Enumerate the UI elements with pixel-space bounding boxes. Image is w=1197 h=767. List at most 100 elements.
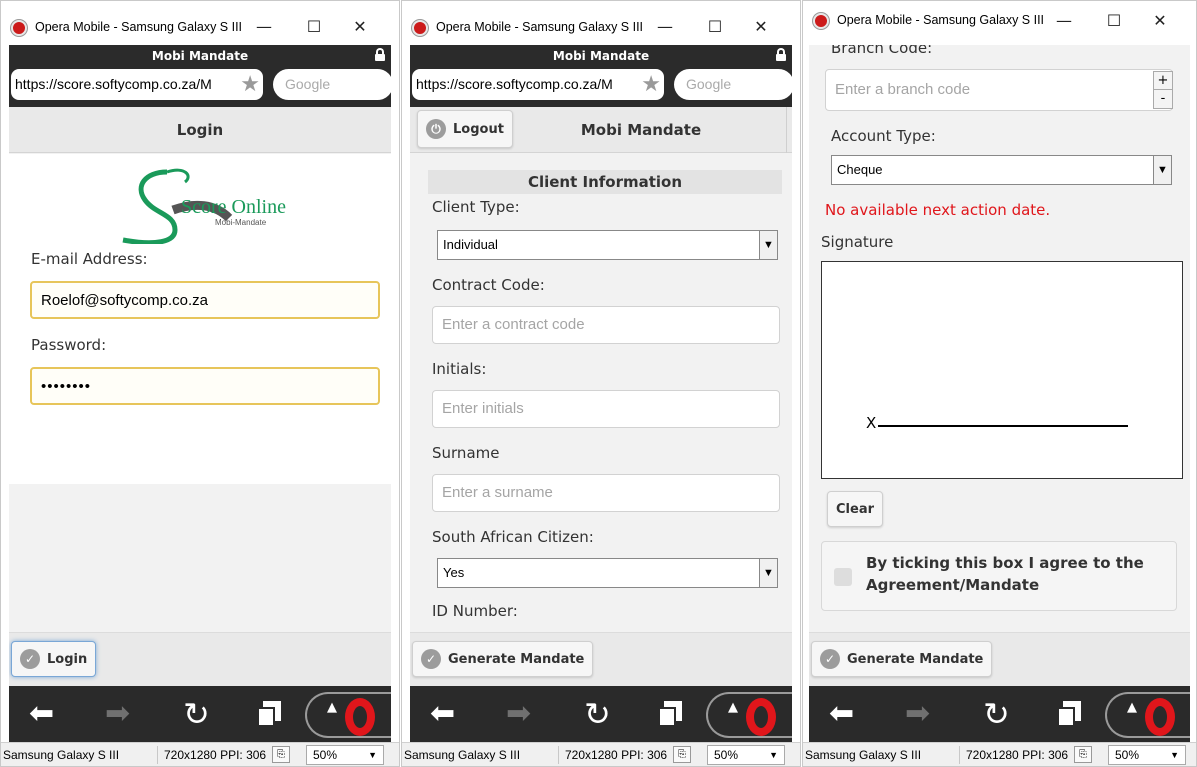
window-titlebar: Opera Mobile - Samsung Galaxy S III — ☐ … <box>402 1 800 45</box>
citizen-label: South African Citizen: <box>432 528 594 546</box>
login-button[interactable]: ✓ Login <box>11 641 97 677</box>
citizen-value: Yes <box>443 565 465 580</box>
login-button-label: Login <box>47 651 88 667</box>
browser-bar: Mobi Mandate https://score.softycomp.co.… <box>410 45 792 107</box>
email-label: E-mail Address: <box>31 250 148 268</box>
url-text: https://score.softycomp.co.za/M <box>15 76 212 92</box>
reload-icon[interactable]: ↻ <box>584 696 611 732</box>
branch-code-stepper[interactable]: + - <box>1153 71 1173 109</box>
tabs-icon[interactable] <box>257 701 281 727</box>
contract-code-input[interactable]: Enter a contract code <box>432 306 780 344</box>
signature-pad[interactable]: X <box>821 261 1183 479</box>
opera-app-icon <box>11 20 27 36</box>
opera-menu-button[interactable]: ▲ <box>305 692 391 738</box>
citizen-select[interactable]: Yes ▼ <box>437 558 778 588</box>
score-online-logo: Score Online Mobi-Mandate <box>115 164 295 246</box>
account-type-select[interactable]: Cheque ▼ <box>831 155 1172 185</box>
surname-input[interactable]: Enter a surname <box>432 474 780 512</box>
browser-bar: Mobi Mandate https://score.softycomp.co.… <box>9 45 391 107</box>
stepper-minus[interactable]: - <box>1153 90 1173 109</box>
power-icon: ⏻ <box>426 119 446 139</box>
rotate-icon[interactable]: ⎘ <box>272 746 290 763</box>
opera-menu-button[interactable]: ▲ <box>706 692 792 738</box>
window-titlebar: Opera Mobile - Samsung Galaxy S III — ☐ … <box>1 1 399 45</box>
client-type-label: Client Type: <box>432 198 520 216</box>
client-type-select[interactable]: Individual ▼ <box>437 230 778 260</box>
generate-mandate-button[interactable]: ✓ Generate Mandate <box>811 641 993 677</box>
tabs-icon[interactable] <box>1057 701 1081 727</box>
search-input[interactable]: Google <box>674 69 792 100</box>
minimize-button[interactable]: — <box>249 15 279 39</box>
window-titlebar: Opera Mobile - Samsung Galaxy S III — ☐ … <box>803 1 1196 30</box>
login-form: Score Online Mobi-Mandate E-mail Address… <box>9 154 391 484</box>
branch-code-input[interactable]: Enter a branch code <box>825 69 1173 111</box>
forward-icon[interactable]: ➡ <box>105 696 130 732</box>
rotate-icon[interactable]: ⎘ <box>1074 746 1092 763</box>
emulator-statusbar: Samsung Galaxy S III 720x1280 PPI: 306 ⎘… <box>402 742 800 766</box>
minimize-button[interactable]: — <box>650 15 680 39</box>
reload-icon[interactable]: ↻ <box>183 696 210 732</box>
url-input[interactable]: https://score.softycomp.co.za/M ★ <box>11 69 263 100</box>
url-input[interactable]: https://score.softycomp.co.za/M ★ <box>412 69 664 100</box>
emulator-window-client: Opera Mobile - Samsung Galaxy S III — ☐ … <box>401 0 801 767</box>
check-icon: ✓ <box>820 649 840 669</box>
reload-icon[interactable]: ↻ <box>983 696 1010 732</box>
footer-area: ✓ Login <box>9 632 391 686</box>
forward-icon[interactable]: ➡ <box>506 696 531 732</box>
password-label: Password: <box>31 336 107 354</box>
agreement-checkbox[interactable] <box>834 568 852 586</box>
close-button[interactable]: ✕ <box>1145 9 1175 33</box>
back-icon[interactable]: ⬅ <box>829 696 854 732</box>
footer-area: ✓ Generate Mandate <box>410 632 792 686</box>
tabs-icon[interactable] <box>658 701 682 727</box>
signature-line <box>878 425 1128 427</box>
star-icon[interactable]: ★ <box>641 73 661 95</box>
forward-icon[interactable]: ➡ <box>905 696 930 732</box>
zoom-select[interactable]: 50% ▼ <box>1108 745 1186 765</box>
maximize-button[interactable]: ☐ <box>1099 9 1129 33</box>
stepper-plus[interactable]: + <box>1153 71 1173 90</box>
generate-mandate-button[interactable]: ✓ Generate Mandate <box>412 641 594 677</box>
agreement-text: By ticking this box I agree to the Agree… <box>866 554 1144 594</box>
chevron-down-icon: ▼ <box>769 750 778 760</box>
phone-screen: Mobi Mandate https://score.softycomp.co.… <box>410 45 792 742</box>
close-button[interactable]: ✕ <box>746 15 776 39</box>
emulator-statusbar: Samsung Galaxy S III 720x1280 PPI: 306 ⎘… <box>803 742 1196 766</box>
chevron-up-icon: ▲ <box>728 700 738 715</box>
back-icon[interactable]: ⬅ <box>29 696 54 732</box>
header-title: Mobi Mandate <box>580 121 702 139</box>
back-icon[interactable]: ⬅ <box>430 696 455 732</box>
initials-input[interactable]: Enter initials <box>432 390 780 428</box>
header-title: Login <box>176 121 224 139</box>
chevron-down-icon: ▼ <box>1170 750 1179 760</box>
zoom-select[interactable]: 50% ▼ <box>306 745 384 765</box>
emulator-statusbar: Samsung Galaxy S III 720x1280 PPI: 306 ⎘… <box>1 742 399 766</box>
opera-logo-icon <box>746 698 776 736</box>
device-name: Samsung Galaxy S III <box>805 748 922 762</box>
minimize-button[interactable]: — <box>1049 9 1079 33</box>
footer-area: ✓ Generate Mandate <box>809 632 1190 686</box>
device-resolution: 720x1280 PPI: 306 <box>565 748 668 762</box>
check-icon: ✓ <box>20 649 40 669</box>
rotate-icon[interactable]: ⎘ <box>673 746 691 763</box>
close-button[interactable]: ✕ <box>345 15 375 39</box>
email-field[interactable]: Roelof@softycomp.co.za <box>30 281 380 319</box>
maximize-button[interactable]: ☐ <box>299 15 329 39</box>
opera-menu-button[interactable]: ▲ <box>1105 692 1190 738</box>
page-title: Mobi Mandate <box>552 49 650 63</box>
maximize-button[interactable]: ☐ <box>700 15 730 39</box>
clear-button[interactable]: Clear <box>827 491 883 527</box>
window-title: Opera Mobile - Samsung Galaxy S III <box>35 20 243 34</box>
search-input[interactable]: Google <box>273 69 391 100</box>
password-field[interactable]: •••••••• <box>30 367 380 405</box>
chevron-down-icon: ▼ <box>759 231 777 259</box>
zoom-select[interactable]: 50% ▼ <box>707 745 785 765</box>
opera-navbar: ⬅ ➡ ↻ ▲ <box>809 686 1190 742</box>
client-type-value: Individual <box>443 237 498 252</box>
url-text: https://score.softycomp.co.za/M <box>416 76 613 92</box>
star-icon[interactable]: ★ <box>240 73 260 95</box>
section-title: Client Information <box>428 170 782 194</box>
window-title: Opera Mobile - Samsung Galaxy S III <box>837 13 1045 27</box>
chevron-up-icon: ▲ <box>327 700 337 715</box>
chevron-down-icon: ▼ <box>1153 156 1171 184</box>
